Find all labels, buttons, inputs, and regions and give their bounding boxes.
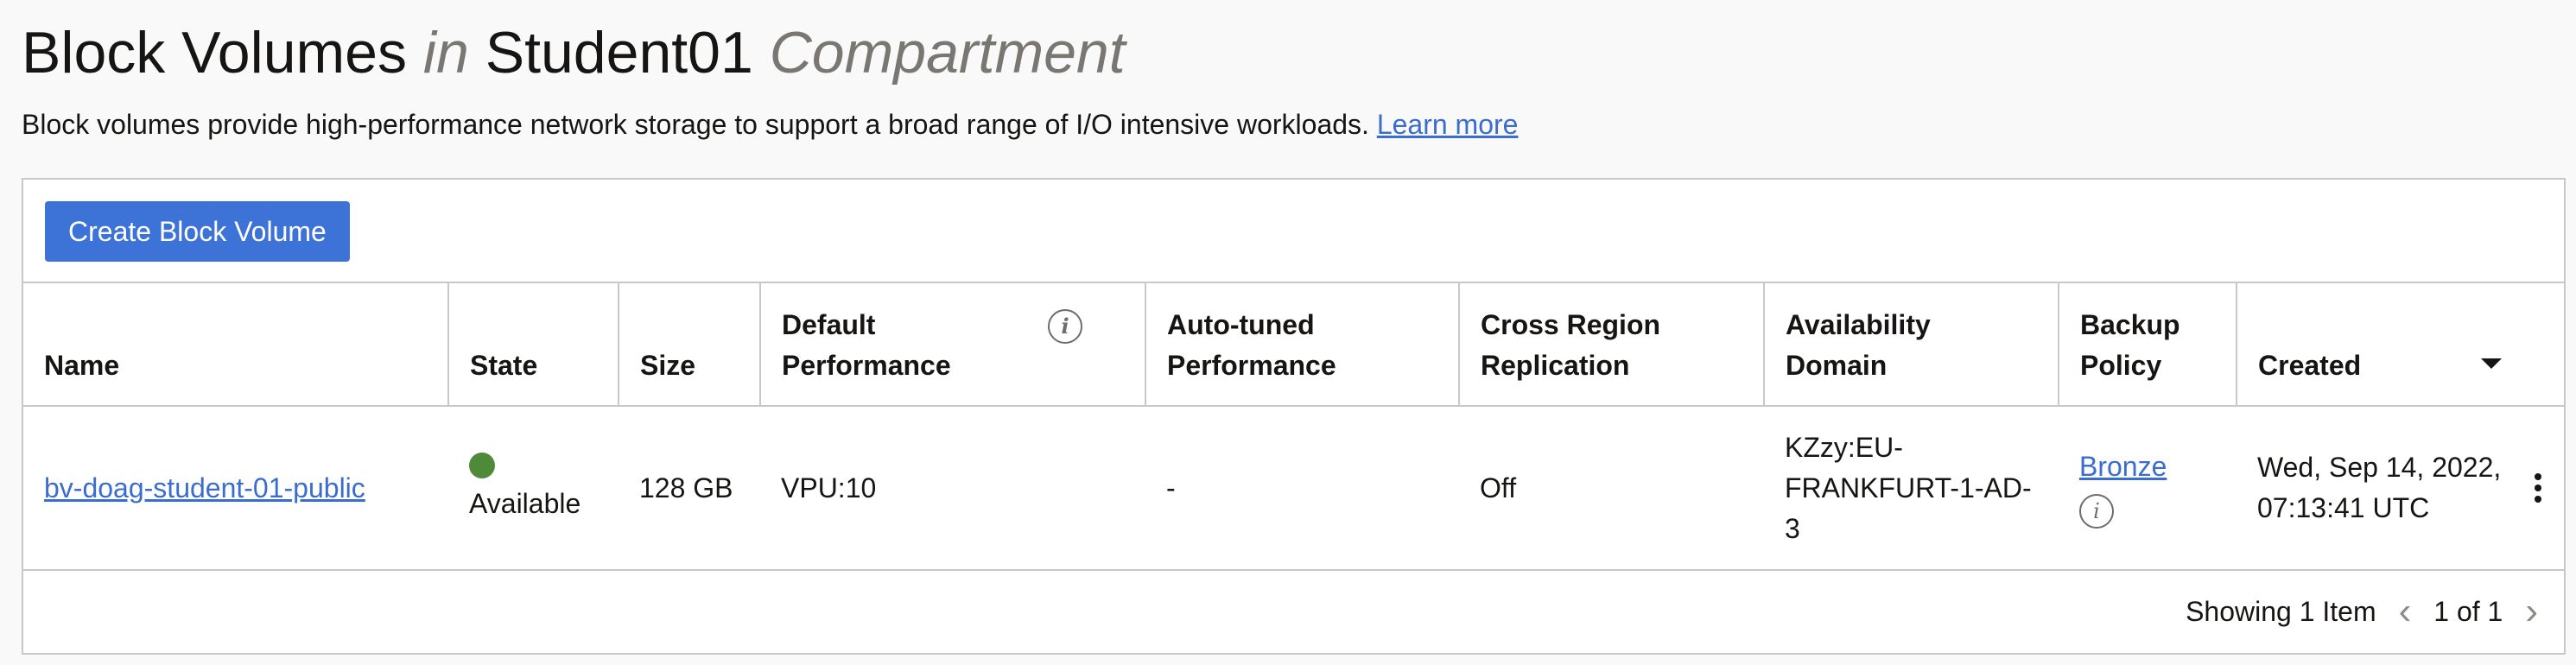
column-header-auto-tuned-performance[interactable]: Auto-tuned Performance bbox=[1145, 282, 1460, 407]
status-dot-icon bbox=[469, 452, 495, 478]
create-block-volume-button[interactable]: Create Block Volume bbox=[45, 201, 350, 262]
toolbar: Create Block Volume bbox=[45, 201, 350, 262]
kebab-menu-icon[interactable] bbox=[2535, 473, 2541, 503]
cell-default-performance: VPU:10 bbox=[760, 406, 1145, 571]
table-row: bv-doag-student-01-public Available 128 … bbox=[23, 406, 2564, 571]
chevron-left-icon[interactable]: ‹ bbox=[2394, 592, 2417, 630]
created-date: Wed, Sep 14, 2022, 07:13:41 UTC bbox=[2257, 452, 2502, 523]
block-volumes-table: Name State Size Default Performance i Aut… bbox=[23, 282, 2564, 571]
page: Block Volumes in Student01 Compartment B… bbox=[0, 0, 2576, 665]
compartment-name: Student01 bbox=[485, 20, 753, 86]
column-header-backup-policy[interactable]: Backup Policy bbox=[2059, 282, 2237, 407]
page-title: Block Volumes in Student01 Compartment bbox=[22, 19, 1126, 86]
column-header-state[interactable]: State bbox=[448, 282, 619, 407]
title-main: Block Volumes bbox=[22, 20, 407, 86]
chevron-right-icon[interactable]: › bbox=[2520, 592, 2543, 630]
volume-name-link[interactable]: bv-doag-student-01-public bbox=[44, 472, 365, 504]
info-icon[interactable]: i bbox=[1048, 309, 1082, 344]
cell-state: Available bbox=[448, 406, 619, 571]
learn-more-link[interactable]: Learn more bbox=[1377, 109, 1519, 140]
column-header-created[interactable]: Created bbox=[2237, 282, 2564, 407]
column-header-default-performance[interactable]: Default Performance i bbox=[760, 282, 1146, 407]
pagination: Showing 1 Item ‹ 1 of 1 › bbox=[2186, 590, 2543, 633]
cell-size: 128 GB bbox=[619, 406, 760, 571]
compartment-suffix: Compartment bbox=[769, 20, 1126, 86]
cell-availability-domain: KZzy:EU-FRANKFURT-1-AD-3 bbox=[1764, 406, 2059, 571]
cell-name: bv-doag-student-01-public bbox=[23, 406, 448, 571]
backup-policy-link[interactable]: Bronze bbox=[2079, 451, 2167, 482]
cell-backup-policy: Bronze i bbox=[2059, 406, 2237, 571]
cell-auto-tuned-performance: - bbox=[1145, 406, 1459, 571]
info-icon[interactable]: i bbox=[2079, 494, 2114, 529]
title-in: in bbox=[422, 20, 469, 86]
column-header-size[interactable]: Size bbox=[619, 282, 761, 407]
state-label: Available bbox=[469, 487, 581, 519]
page-indicator: 1 of 1 bbox=[2433, 595, 2503, 627]
table-header-row: Name State Size Default Performance i Aut… bbox=[23, 282, 2564, 407]
cell-cross-region-replication: Off bbox=[1459, 406, 1764, 571]
sort-desc-icon[interactable] bbox=[2481, 358, 2502, 369]
showing-count: Showing 1 Item bbox=[2186, 595, 2376, 627]
page-description: Block volumes provide high-performance n… bbox=[22, 107, 1518, 142]
column-header-availability-domain[interactable]: Availability Domain bbox=[1764, 282, 2059, 407]
cell-created: Wed, Sep 14, 2022, 07:13:41 UTC bbox=[2237, 406, 2564, 571]
column-header-name[interactable]: Name bbox=[23, 282, 449, 407]
block-volumes-panel: Create Block Volume Name State Size Defa… bbox=[22, 178, 2566, 655]
column-header-cross-region-replication[interactable]: Cross Region Replication bbox=[1459, 282, 1765, 407]
description-text: Block volumes provide high-performance n… bbox=[22, 109, 1369, 140]
